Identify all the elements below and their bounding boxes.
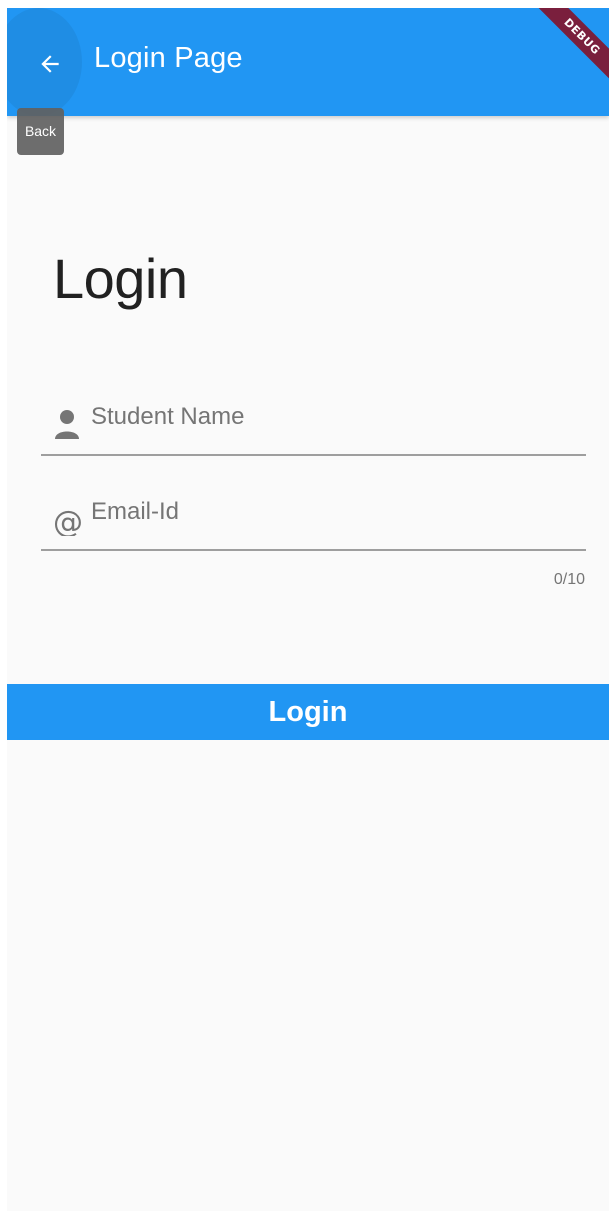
- arrow-left-icon: [41, 55, 59, 73]
- student-name-input[interactable]: [91, 403, 571, 431]
- character-counter: 0/10: [553, 571, 585, 588]
- screen: Login Page DEBUG Back Login @ 0/10 Login: [7, 8, 609, 1211]
- email-input[interactable]: [91, 498, 571, 526]
- login-button[interactable]: Login: [7, 684, 609, 740]
- app-bar: Login Page DEBUG: [7, 8, 609, 116]
- back-tooltip: Back: [17, 108, 64, 155]
- page-title: Login Page: [94, 42, 243, 74]
- debug-banner: DEBUG: [528, 8, 609, 90]
- person-icon: [55, 410, 79, 439]
- student-name-field[interactable]: [41, 379, 586, 456]
- login-heading: Login: [53, 247, 188, 310]
- email-field[interactable]: @: [41, 474, 586, 551]
- back-button[interactable]: [7, 8, 82, 116]
- at-sign-icon: @: [53, 505, 81, 536]
- svg-text:@: @: [53, 505, 81, 536]
